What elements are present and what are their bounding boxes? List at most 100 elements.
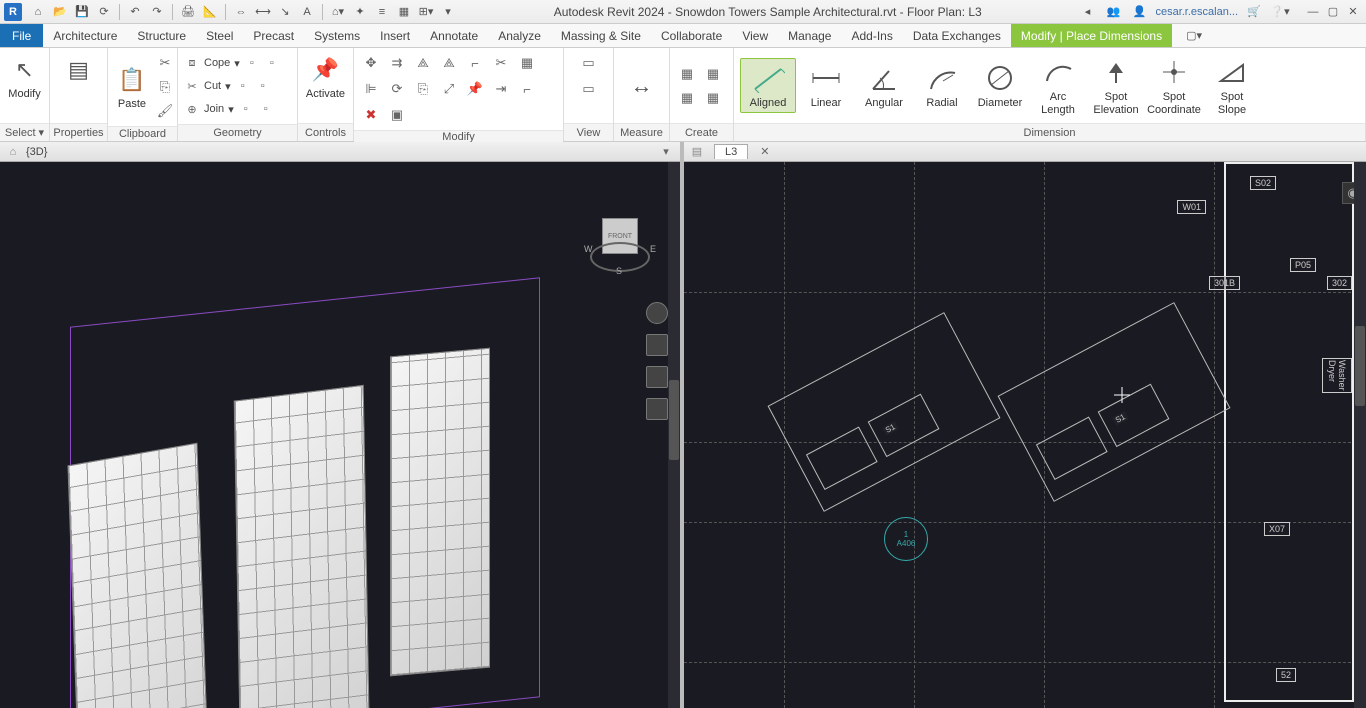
tab-annotate[interactable]: Annotate	[420, 24, 488, 47]
section-icon[interactable]: ✦	[350, 2, 370, 22]
tab-modify-dimensions[interactable]: Modify | Place Dimensions	[1011, 24, 1172, 47]
properties-button[interactable]: ▤	[55, 52, 103, 88]
tag-icon[interactable]: ↘	[275, 2, 295, 22]
file-tab[interactable]: File	[0, 24, 43, 47]
measure-icon[interactable]: 📐	[200, 2, 220, 22]
tab-manage[interactable]: Manage	[778, 24, 841, 47]
sync-icon[interactable]: ⟳	[94, 2, 114, 22]
elevation-callout[interactable]: 1 A406	[884, 517, 928, 561]
linear-button[interactable]: Linear	[798, 59, 854, 111]
canvas-3d[interactable]: FRONT W E S	[0, 162, 680, 708]
cut-geom-button[interactable]: ✂Cut ▾ ▫▫	[184, 75, 271, 97]
view-dropdown-icon[interactable]: ▾	[658, 144, 674, 160]
group-icon[interactable]: ▣	[386, 104, 408, 126]
open-icon[interactable]: 📂	[50, 2, 70, 22]
close-icon[interactable]: ✕	[1344, 3, 1362, 21]
orbit-icon[interactable]	[646, 398, 668, 420]
keyboard-icon[interactable]: ◂	[1077, 2, 1097, 22]
radial-button[interactable]: Radial	[914, 59, 970, 111]
corner-icon[interactable]: ⌐	[516, 78, 538, 100]
create-assembly-icon[interactable]: ▦	[702, 63, 724, 85]
tab-view[interactable]: View	[732, 24, 778, 47]
steering-wheel-icon[interactable]	[646, 302, 668, 324]
delete-icon[interactable]: ✖	[360, 104, 382, 126]
pin-icon[interactable]: 📌	[464, 78, 486, 100]
panel-select[interactable]: Select ▾	[0, 123, 49, 141]
array-icon[interactable]: ▦	[516, 52, 538, 74]
activate-button[interactable]: 📌 Activate	[302, 52, 350, 102]
tab-systems[interactable]: Systems	[304, 24, 370, 47]
rotate-icon[interactable]: ⟳	[386, 78, 408, 100]
modify-button[interactable]: ↖ Modify	[1, 52, 49, 102]
navigation-bar[interactable]	[644, 302, 670, 502]
maximize-icon[interactable]: ▢	[1324, 3, 1342, 21]
trim-icon[interactable]: ⌐	[464, 52, 486, 74]
copy-ribbon-icon[interactable]: ⎘	[412, 78, 434, 100]
qat-dropdown-icon[interactable]: ▾	[438, 2, 458, 22]
save-icon[interactable]: 💾	[72, 2, 92, 22]
create-group-icon[interactable]: ▦	[676, 87, 698, 109]
arclength-button[interactable]: Arc Length	[1030, 53, 1086, 117]
user-icon[interactable]: 👤	[1129, 2, 1149, 22]
print-icon[interactable]: 🖨	[178, 2, 198, 22]
undo-icon[interactable]: ↶	[125, 2, 145, 22]
angular-button[interactable]: Angular	[856, 59, 912, 111]
canvas-plan[interactable]: S1 S1 1 A406 S02 W01 P05 301B 302 X07	[684, 162, 1366, 708]
user-name[interactable]: cesar.r.escalan...	[1155, 6, 1238, 18]
home-view-icon[interactable]: ⌂	[6, 145, 20, 159]
close-view-icon[interactable]: ✕	[760, 145, 769, 158]
tab-collaborate[interactable]: Collaborate	[651, 24, 732, 47]
tab-architecture[interactable]: Architecture	[43, 24, 127, 47]
scrollbar-3d[interactable]	[668, 162, 680, 708]
create-parts-icon[interactable]: ▦	[702, 87, 724, 109]
view-tab-l3[interactable]: L3	[714, 144, 748, 159]
scrollbar-plan[interactable]	[1354, 162, 1366, 708]
spotcoordinate-button[interactable]: Spot Coordinate	[1146, 53, 1202, 117]
tab-dataexchanges[interactable]: Data Exchanges	[903, 24, 1011, 47]
pan-icon[interactable]	[646, 334, 668, 356]
mirror-axis-icon[interactable]: ⟁	[412, 52, 434, 74]
scale-icon[interactable]: ⤢	[438, 78, 460, 100]
matchtype-icon[interactable]: 🖌	[154, 100, 176, 122]
join-button[interactable]: ⊕Join ▾ ▫▫	[184, 98, 274, 120]
offset-icon[interactable]: ⇉	[386, 52, 408, 74]
cut-icon[interactable]: ✂	[154, 52, 176, 74]
text-icon[interactable]: A	[297, 2, 317, 22]
hide-icon[interactable]: ▭	[578, 52, 600, 74]
diameter-button[interactable]: Diameter	[972, 59, 1028, 111]
create-similar-icon[interactable]: ▦	[676, 63, 698, 85]
align-icon[interactable]: ⇔	[231, 2, 251, 22]
thin-lines-icon[interactable]: ≡	[372, 2, 392, 22]
tab-precast[interactable]: Precast	[243, 24, 304, 47]
spotelevation-button[interactable]: Spot Elevation	[1088, 53, 1144, 117]
override-icon[interactable]: ▭	[578, 78, 600, 100]
panel-properties[interactable]: Properties	[50, 123, 107, 141]
move-icon[interactable]: ✥	[360, 52, 382, 74]
tab-options-icon[interactable]: ▢▾	[1186, 24, 1202, 47]
measure-button[interactable]: ↔	[620, 68, 663, 104]
extend-icon[interactable]: ⇥	[490, 78, 512, 100]
tab-steel[interactable]: Steel	[196, 24, 243, 47]
tab-addins[interactable]: Add-Ins	[841, 24, 902, 47]
tab-structure[interactable]: Structure	[127, 24, 196, 47]
cope-button[interactable]: ⧈Cope ▾ ▫▫	[184, 52, 280, 74]
align-ribbon-icon[interactable]: ⊫	[360, 78, 382, 100]
help-icon[interactable]: ❔▾	[1270, 2, 1290, 22]
tab-insert[interactable]: Insert	[370, 24, 420, 47]
minimize-icon[interactable]: —	[1304, 3, 1322, 21]
search-icon[interactable]: 👥	[1103, 2, 1123, 22]
switch-icon[interactable]: ⊞▾	[416, 2, 436, 22]
paste-button[interactable]: 📋 Paste	[114, 62, 150, 112]
split-icon[interactable]: ✂	[490, 52, 512, 74]
spotslope-button[interactable]: Spot Slope	[1204, 53, 1260, 117]
mirror-draw-icon[interactable]: ⟁	[438, 52, 460, 74]
cart-icon[interactable]: 🛒	[1244, 2, 1264, 22]
view-header-3d[interactable]: ⌂ {3D} ▾	[0, 142, 680, 162]
tab-massing[interactable]: Massing & Site	[551, 24, 651, 47]
viewcube[interactable]: FRONT W E S	[590, 212, 650, 272]
home-icon[interactable]: ⌂	[28, 2, 48, 22]
plan-doc-icon[interactable]: ▤	[690, 145, 704, 159]
zoom-icon[interactable]	[646, 366, 668, 388]
3d-icon[interactable]: ⌂▾	[328, 2, 348, 22]
tab-analyze[interactable]: Analyze	[488, 24, 551, 47]
